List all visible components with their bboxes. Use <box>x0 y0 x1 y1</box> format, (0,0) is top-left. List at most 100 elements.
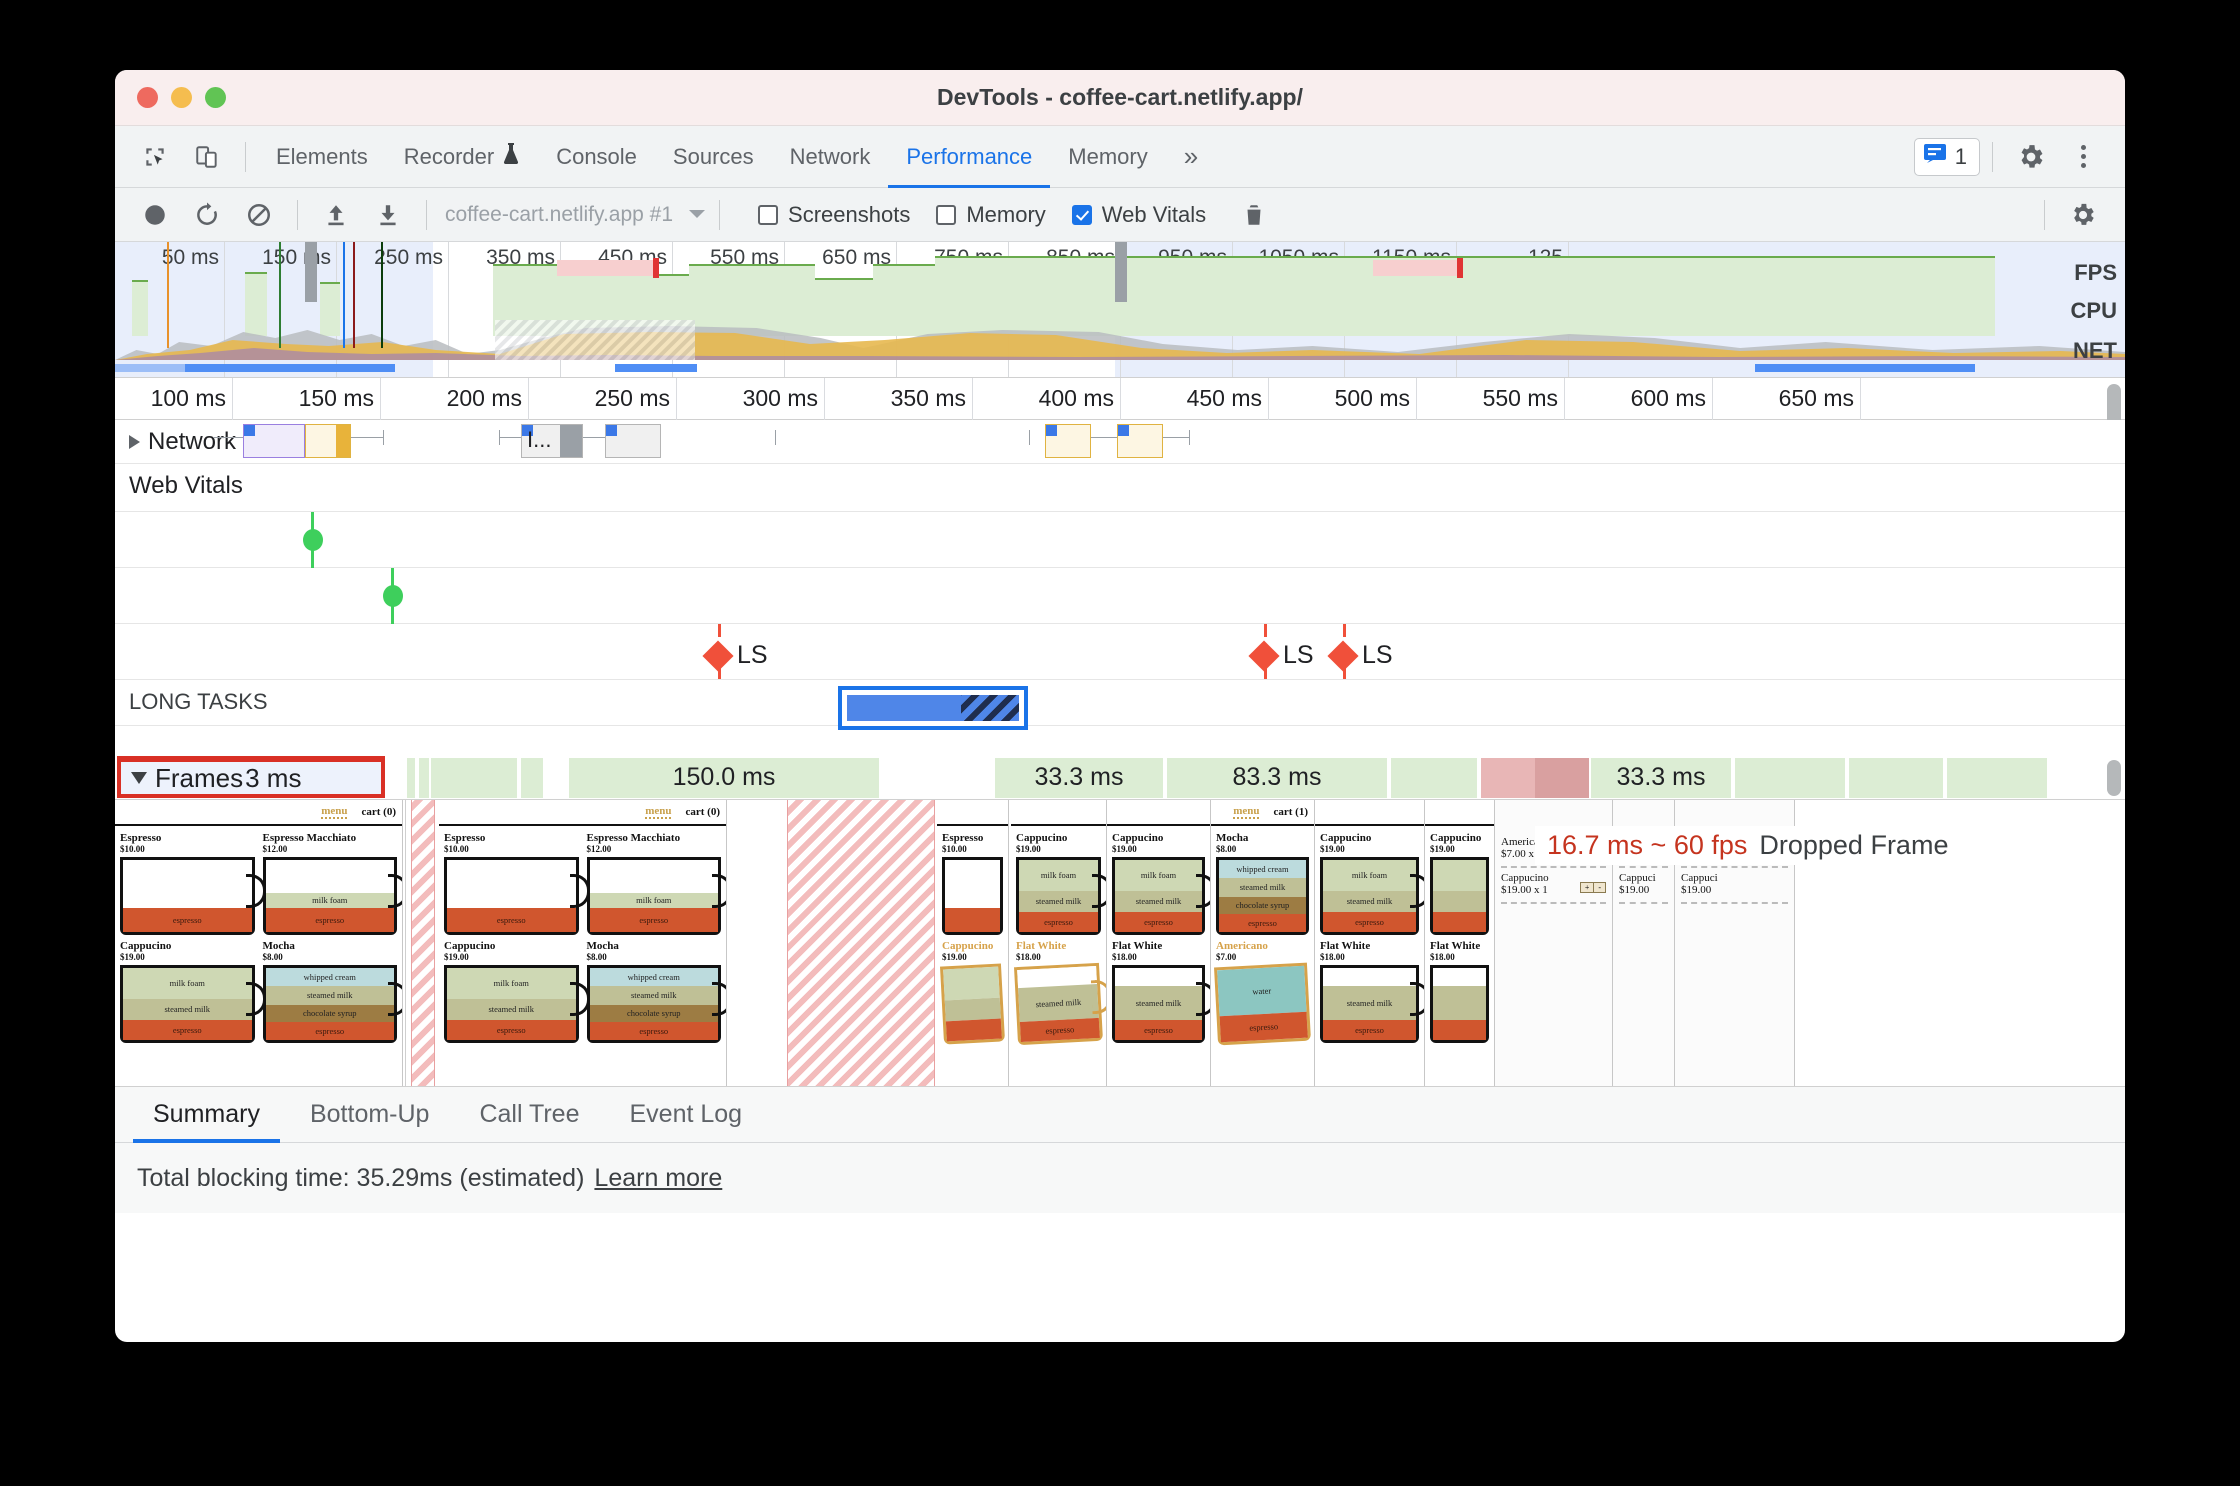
track-long-tasks[interactable]: LONG TASKS <box>115 680 2125 726</box>
web-vital-lane-layout-shift[interactable]: LS LS LS <box>115 624 2125 680</box>
tab-call-tree[interactable]: Call Tree <box>459 1087 599 1143</box>
more-options-icon[interactable] <box>2061 135 2105 179</box>
capture-settings-gear-icon[interactable] <box>2061 193 2105 237</box>
track-web-vitals[interactable]: Web Vitals <box>115 464 2125 512</box>
frame-cell[interactable] <box>431 758 517 798</box>
memory-checkbox[interactable]: Memory <box>936 201 1046 228</box>
network-request[interactable]: I... <box>521 424 583 458</box>
web-vitals-track-header[interactable]: Web Vitals <box>129 472 243 500</box>
screenshot-filmstrip[interactable]: menu cart (0) Espresso $10.00 espresso E… <box>115 800 2125 1087</box>
frame-duration: 83.3 ms <box>1232 763 1322 791</box>
network-request[interactable] <box>1045 424 1091 458</box>
overview-window-left-handle[interactable] <box>305 242 317 302</box>
long-task-lane[interactable] <box>115 686 2125 756</box>
screenshot-thumbnail[interactable]: Espresso $10.00 Cappucino $19.00 <box>937 800 1009 1086</box>
product-price: $12.00 <box>586 844 612 854</box>
screenshot-thumbnail[interactable]: Cappucino $19.00 milk foam steamed milk … <box>1315 800 1425 1086</box>
expand-arrow-icon[interactable] <box>129 435 140 449</box>
cup-handle <box>1196 982 1210 1016</box>
frames-scrollbar-thumb[interactable] <box>2107 760 2121 796</box>
frame-cell[interactable]: 33.3 ms <box>995 758 1163 798</box>
frame-cell[interactable] <box>1947 758 2047 798</box>
network-track-header[interactable]: Network <box>129 428 236 456</box>
tab-console[interactable]: Console <box>538 126 655 188</box>
screenshot-thumbnail[interactable]: Cappucino $19.00 Flat White $18.00 <box>1425 800 1495 1086</box>
tab-sources[interactable]: Sources <box>655 126 772 188</box>
screenshot-thumbnail[interactable]: Cappucino $19.00 milk foam steamed milk … <box>1011 800 1107 1086</box>
frames-track[interactable]: 150.0 ms 33.3 ms 83.3 ms 33.3 ms Frames … <box>115 756 2125 800</box>
tab-bottom-up[interactable]: Bottom-Up <box>290 1087 449 1143</box>
inspect-element-icon[interactable] <box>133 135 177 179</box>
checkbox-label: Memory <box>966 201 1046 227</box>
tab-label: Memory <box>1068 143 1148 169</box>
network-request[interactable] <box>605 424 661 458</box>
clear-icon[interactable] <box>237 193 281 237</box>
cart-item-qty: $19.00 x 1 <box>1501 884 1548 896</box>
qty-decrease-button[interactable]: - <box>1594 883 1605 892</box>
tick-label: 300 ms <box>742 385 818 411</box>
tab-recorder[interactable]: Recorder <box>386 126 538 188</box>
screenshots-checkbox[interactable]: Screenshots <box>758 202 910 228</box>
long-task-block-selected[interactable] <box>838 686 1028 730</box>
download-profile-icon[interactable] <box>366 193 410 237</box>
frame-cell[interactable]: 83.3 ms <box>1167 758 1387 798</box>
cup-handle <box>1410 982 1424 1016</box>
frame-cell[interactable] <box>407 758 415 798</box>
detail-timeline-ruler[interactable]: 100 ms 150 ms 200 ms 250 ms 300 ms 350 m… <box>115 378 2125 434</box>
web-vital-lane-1[interactable] <box>115 512 2125 568</box>
tick-label: 100 ms <box>150 385 226 411</box>
vital-marker-green[interactable] <box>303 529 323 551</box>
frame-cell[interactable] <box>419 758 429 798</box>
network-request[interactable] <box>243 424 305 458</box>
trash-icon[interactable] <box>1232 193 1276 237</box>
screenshot-thumbnail[interactable]: menu cart (1) Mocha $8.00 whipped cream … <box>1211 800 1315 1086</box>
frame-duration: 33.3 ms <box>1616 763 1706 791</box>
frame-cell[interactable]: 33.3 ms <box>1591 758 1731 798</box>
qty-increase-button[interactable]: + <box>1581 883 1595 892</box>
tab-summary[interactable]: Summary <box>133 1087 280 1143</box>
web-vitals-checkbox[interactable]: Web Vitals <box>1071 202 1206 228</box>
frame-cell[interactable] <box>1849 758 1943 798</box>
ls-marker-3[interactable]: LS <box>1327 639 1393 672</box>
web-vital-lane-2[interactable] <box>115 568 2125 624</box>
ls-marker-1[interactable]: LS <box>702 639 768 672</box>
device-toolbar-icon[interactable] <box>185 135 229 179</box>
frame-cell[interactable]: 150.0 ms <box>569 758 879 798</box>
network-request[interactable] <box>305 424 351 458</box>
tab-memory[interactable]: Memory <box>1050 126 1165 188</box>
tab-event-log[interactable]: Event Log <box>610 1087 763 1143</box>
cart-item-name: Cappuci <box>1619 872 1656 884</box>
flame-chart-tracks[interactable]: Network I... Web Vitals LS LS LS LONG TA… <box>115 420 2125 756</box>
close-window-button[interactable] <box>137 87 158 108</box>
maximize-window-button[interactable] <box>205 87 226 108</box>
tab-network[interactable]: Network <box>772 126 889 188</box>
more-tabs-icon[interactable]: » <box>1166 126 1216 188</box>
gear-icon[interactable] <box>2009 135 2053 179</box>
recording-selector[interactable]: coffee-cart.netlify.app #1 <box>445 203 707 227</box>
network-request[interactable] <box>1117 424 1163 458</box>
tab-elements[interactable]: Elements <box>258 126 386 188</box>
tab-performance[interactable]: Performance <box>888 126 1051 188</box>
frame-cell[interactable] <box>1391 758 1477 798</box>
frame-cell[interactable] <box>521 758 543 798</box>
collapse-arrow-icon[interactable] <box>131 772 147 784</box>
learn-more-link[interactable]: Learn more <box>594 1164 722 1193</box>
timeline-overview[interactable]: 50 ms 150 ms 250 ms 350 ms 450 ms 550 ms… <box>115 242 2125 378</box>
reload-record-icon[interactable] <box>185 193 229 237</box>
frames-track-header[interactable]: Frames 3 ms <box>117 758 385 798</box>
screenshot-thumbnail[interactable]: menu cart (0) Espresso $10.00 espresso E… <box>439 800 727 1086</box>
record-icon[interactable] <box>133 193 177 237</box>
minimize-window-button[interactable] <box>171 87 192 108</box>
frame-cell-dropped[interactable] <box>1481 758 1535 798</box>
screenshot-thumbnail[interactable]: Cappucino $19.00 milk foam steamed milk … <box>1107 800 1211 1086</box>
overview-window-right-handle[interactable] <box>1115 242 1127 302</box>
qty-stepper[interactable]: + - <box>1579 882 1606 893</box>
frame-cell[interactable] <box>1735 758 1845 798</box>
issues-badge[interactable]: 1 <box>1913 137 1980 176</box>
screenshot-thumbnail[interactable]: menu cart (0) Espresso $10.00 espresso E… <box>115 800 403 1086</box>
vital-marker-green[interactable] <box>383 585 403 607</box>
ls-marker-2[interactable]: LS <box>1248 639 1314 672</box>
track-network[interactable]: Network I... <box>115 420 2125 464</box>
upload-profile-icon[interactable] <box>314 193 358 237</box>
frame-cell-partially-presented[interactable] <box>1535 758 1589 798</box>
